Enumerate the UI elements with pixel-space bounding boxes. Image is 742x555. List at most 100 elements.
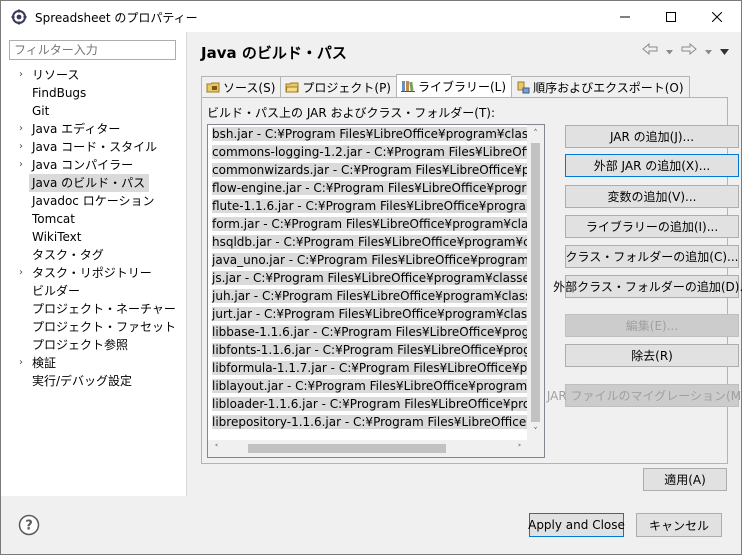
library-icon bbox=[401, 79, 415, 93]
tree-item[interactable]: 実行/デバッグ設定 bbox=[1, 372, 187, 390]
add-jar-button[interactable]: JAR の追加(J)... bbox=[565, 125, 739, 148]
list-item[interactable]: liblayout.jar - C:¥Program Files¥LibreOf… bbox=[208, 377, 528, 395]
expand-arrow-icon[interactable]: › bbox=[16, 66, 26, 84]
tab-order-export[interactable]: 順序およびエクスポート(O) bbox=[511, 76, 690, 97]
horizontal-scroll-thumb[interactable] bbox=[248, 444, 446, 453]
list-item[interactable]: commonwizards.jar - C:¥Program Files¥Lib… bbox=[208, 161, 528, 179]
properties-dialog: Spreadsheet のプロパティー › リソース FindBugs Git ›… bbox=[0, 0, 742, 555]
horizontal-scrollbar[interactable]: ˂ ˃ bbox=[208, 440, 528, 457]
maximize-button[interactable] bbox=[648, 1, 694, 32]
cancel-button[interactable]: キャンセル bbox=[636, 513, 722, 537]
tree-item[interactable]: › タスク・リポジトリー bbox=[1, 264, 187, 282]
list-item[interactable]: flute-1.1.6.jar - C:¥Program Files¥Libre… bbox=[208, 197, 528, 215]
tree-item[interactable]: › 検証 bbox=[1, 354, 187, 372]
list-item[interactable]: flow-engine.jar - C:¥Program Files¥Libre… bbox=[208, 179, 528, 197]
tree-item[interactable]: › Java コード・スタイル bbox=[1, 138, 187, 156]
tree-item[interactable]: Git bbox=[1, 102, 187, 120]
tree-item[interactable]: WikiText bbox=[1, 228, 187, 246]
remove-button[interactable]: 除去(R) bbox=[565, 344, 739, 367]
expand-arrow-icon[interactable]: › bbox=[16, 354, 26, 372]
tree-item-label: タスク・リポジトリー bbox=[32, 266, 152, 280]
jar-list[interactable]: bsh.jar - C:¥Program Files¥LibreOffice¥p… bbox=[207, 124, 545, 458]
list-item[interactable]: librepository-1.1.6.jar - C:¥Program Fil… bbox=[208, 413, 528, 431]
tree-item[interactable]: › Java エディター bbox=[1, 120, 187, 138]
tree-item[interactable]: プロジェクト参照 bbox=[1, 336, 187, 354]
libraries-panel: ビルド・パス上の JAR およびクラス・フォルダー(T): bsh.jar - … bbox=[201, 97, 742, 464]
scroll-left-icon[interactable]: ˂ bbox=[208, 440, 225, 457]
jar-entry: liblayout.jar - C:¥Program Files¥LibreOf… bbox=[212, 379, 528, 393]
tree-item[interactable]: Tomcat bbox=[1, 210, 187, 228]
tree-item-label: Java コード・スタイル bbox=[32, 140, 158, 154]
tree-item[interactable]: プロジェクト・ネーチャー bbox=[1, 300, 187, 318]
expand-arrow-icon[interactable]: › bbox=[16, 138, 26, 156]
back-dropdown-icon[interactable] bbox=[666, 44, 673, 58]
tree-item[interactable]: › Java コンパイラー bbox=[1, 156, 187, 174]
back-arrow-icon[interactable] bbox=[642, 42, 658, 58]
list-item[interactable]: libloader-1.1.6.jar - C:¥Program Files¥L… bbox=[208, 395, 528, 413]
tab-source[interactable]: ソース(S) bbox=[201, 76, 281, 97]
jar-entry: juh.jar - C:¥Program Files¥LibreOffice¥p… bbox=[212, 289, 528, 303]
vertical-scroll-thumb[interactable] bbox=[531, 143, 540, 422]
tree-item-label: プロジェクト・ネーチャー bbox=[32, 302, 176, 316]
tree-item[interactable]: › リソース bbox=[1, 66, 187, 84]
tree-item[interactable]: プロジェクト・ファセット bbox=[1, 318, 187, 336]
add-variable-button[interactable]: 変数の追加(V)... bbox=[565, 185, 739, 208]
apply-and-close-button[interactable]: Apply and Close bbox=[528, 513, 625, 537]
jar-entry: commons-logging-1.2.jar - C:¥Program Fil… bbox=[212, 145, 528, 159]
add-external-class-folder-button[interactable]: 外部クラス・フォルダーの追加(D)... bbox=[553, 275, 742, 298]
title-bar: Spreadsheet のプロパティー bbox=[1, 1, 741, 32]
tree-item-label: ビルダー bbox=[32, 284, 81, 298]
jar-entry: librepository-1.1.6.jar - C:¥Program Fil… bbox=[212, 415, 528, 429]
list-item[interactable]: libformula-1.1.7.jar - C:¥Program Files¥… bbox=[208, 359, 528, 377]
tree-item-label: Git bbox=[32, 104, 50, 118]
jar-list-label: ビルド・パス上の JAR およびクラス・フォルダー(T): bbox=[207, 106, 496, 120]
tree-item[interactable]: タスク・タグ bbox=[1, 246, 187, 264]
tree-item-label: Java のビルド・パス bbox=[29, 174, 150, 192]
scroll-down-icon[interactable]: ˅ bbox=[527, 423, 544, 440]
list-item[interactable]: jurt.jar - C:¥Program Files¥LibreOffice¥… bbox=[208, 305, 528, 323]
list-item[interactable]: js.jar - C:¥Program Files¥LibreOffice¥pr… bbox=[208, 269, 528, 287]
tree-item[interactable]: Javadoc ロケーション bbox=[1, 192, 187, 210]
list-item[interactable]: java_uno.jar - C:¥Program Files¥LibreOff… bbox=[208, 251, 528, 269]
list-item[interactable]: libfonts-1.1.6.jar - C:¥Program Files¥Li… bbox=[208, 341, 528, 359]
expand-arrow-icon[interactable]: › bbox=[16, 264, 26, 282]
tree-item-label: タスク・タグ bbox=[32, 248, 104, 262]
forward-arrow-icon[interactable] bbox=[681, 42, 697, 58]
close-button[interactable] bbox=[694, 1, 740, 32]
add-library-button[interactable]: ライブラリーの追加(I)... bbox=[565, 215, 739, 238]
tab-libraries[interactable]: ライブラリー(L) bbox=[396, 74, 512, 97]
jar-entry: hsqldb.jar - C:¥Program Files¥LibreOffic… bbox=[212, 235, 528, 249]
tab-projects[interactable]: プロジェクト(P) bbox=[280, 76, 396, 97]
tree-item-java-build-path[interactable]: Java のビルド・パス bbox=[1, 174, 187, 192]
forward-dropdown-icon[interactable] bbox=[705, 44, 712, 58]
tab-label: プロジェクト(P) bbox=[302, 80, 391, 95]
list-item[interactable]: bsh.jar - C:¥Program Files¥LibreOffice¥p… bbox=[208, 125, 528, 143]
vertical-scrollbar[interactable]: ˄ ˅ bbox=[527, 125, 544, 440]
tab-label: ソース(S) bbox=[223, 80, 276, 95]
tree-item[interactable]: FindBugs bbox=[1, 84, 187, 102]
edit-button[interactable]: 編集(E)... bbox=[565, 314, 739, 337]
list-item[interactable]: hsqldb.jar - C:¥Program Files¥LibreOffic… bbox=[208, 233, 528, 251]
add-external-jar-button[interactable]: 外部 JAR の追加(X)... bbox=[565, 154, 739, 177]
view-menu-icon[interactable] bbox=[720, 44, 729, 58]
minimize-button[interactable] bbox=[602, 1, 648, 32]
tree-item[interactable]: ビルダー bbox=[1, 282, 187, 300]
add-class-folder-button[interactable]: クラス・フォルダーの追加(C)... bbox=[565, 245, 739, 268]
filter-input[interactable] bbox=[9, 40, 176, 60]
maximize-icon bbox=[666, 11, 676, 22]
scroll-up-icon[interactable]: ˄ bbox=[527, 125, 544, 142]
apply-button[interactable]: 適用(A) bbox=[643, 468, 727, 491]
jar-entry: flow-engine.jar - C:¥Program Files¥Libre… bbox=[212, 181, 528, 195]
help-icon[interactable]: ? bbox=[18, 514, 40, 536]
scroll-right-icon[interactable]: ˃ bbox=[511, 440, 528, 457]
build-path-page: Java のビルド・パス ソース(S) プロジェクト(P) ライブラリー(L) … bbox=[188, 32, 742, 496]
migrate-jar-button[interactable]: JAR ファイルのマイグレーション(M)... bbox=[547, 384, 742, 407]
expand-arrow-icon[interactable]: › bbox=[16, 120, 26, 138]
list-item[interactable]: form.jar - C:¥Program Files¥LibreOffice¥… bbox=[208, 215, 528, 233]
expand-arrow-icon[interactable]: › bbox=[16, 156, 26, 174]
tree-item-label: プロジェクト・ファセット bbox=[32, 320, 177, 334]
list-item[interactable]: commons-logging-1.2.jar - C:¥Program Fil… bbox=[208, 143, 528, 161]
list-item[interactable]: libbase-1.1.6.jar - C:¥Program Files¥Lib… bbox=[208, 323, 528, 341]
list-item[interactable]: juh.jar - C:¥Program Files¥LibreOffice¥p… bbox=[208, 287, 528, 305]
page-nav bbox=[642, 42, 729, 58]
